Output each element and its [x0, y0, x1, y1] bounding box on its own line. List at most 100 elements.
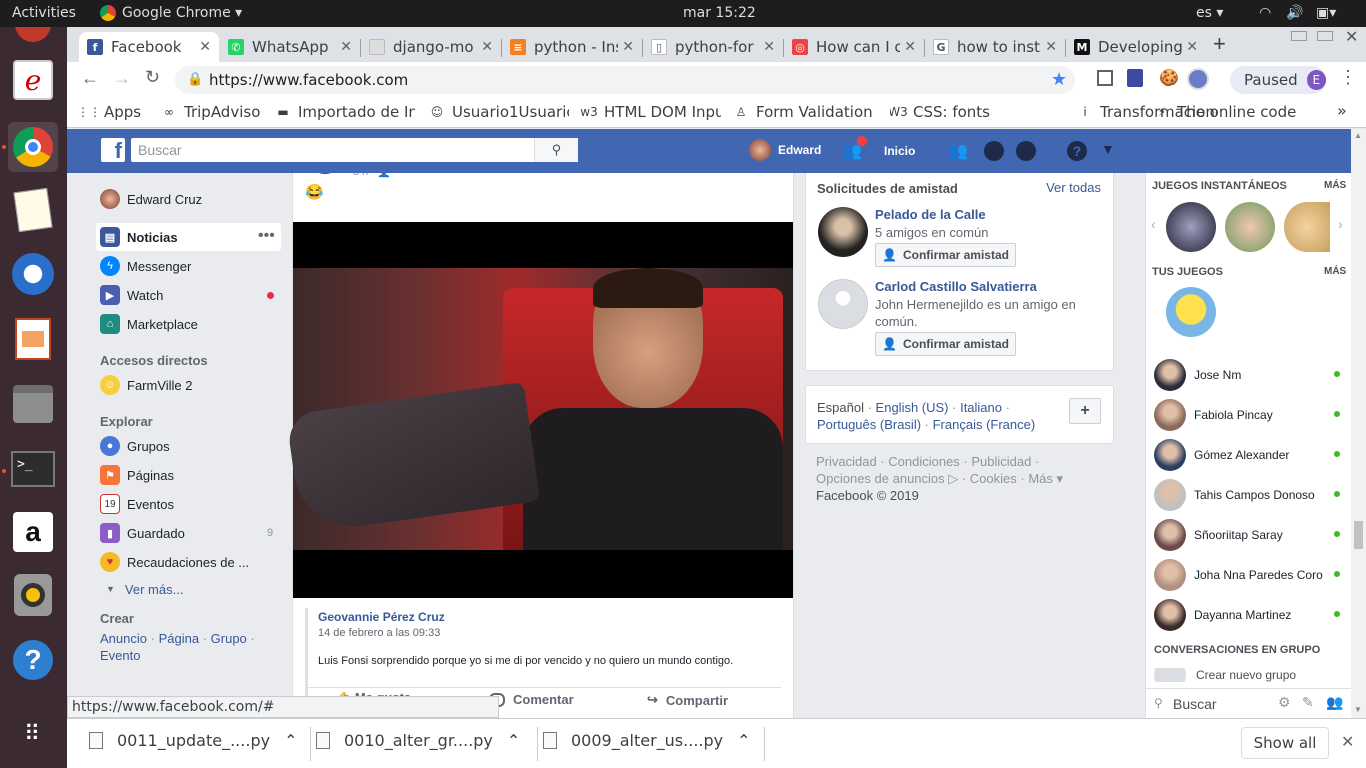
bookmarks-overflow-icon[interactable]: » — [1337, 101, 1347, 120]
show-all-downloads-button[interactable]: Show all — [1241, 727, 1329, 759]
post-video[interactable] — [285, 222, 793, 598]
avatar[interactable] — [818, 207, 868, 257]
download-options-chevron-icon[interactable]: ⌃ — [507, 731, 520, 750]
dock-text-editor-icon[interactable] — [8, 185, 58, 235]
create-event-link[interactable]: Evento — [100, 648, 140, 663]
request-mutual[interactable]: 5 amigos en común — [875, 225, 988, 240]
lang-link[interactable]: English (US) — [876, 400, 949, 415]
left-nav-news[interactable]: ▤ Noticias — [100, 225, 178, 249]
tab-6[interactable]: Ghow to inst ✕ — [925, 32, 1065, 62]
wifi-icon[interactable]: ◠ — [1259, 5, 1271, 21]
bookmark-6[interactable]: W3 CSS: fonts — [890, 103, 990, 121]
post-author-avatar[interactable] — [306, 173, 344, 174]
close-tab-icon[interactable]: ✕ — [1045, 39, 1057, 55]
dock-amazon-icon[interactable]: a — [8, 507, 58, 557]
close-tab-icon[interactable]: ✕ — [481, 39, 493, 55]
audience-friends-icon[interactable]: 👤 — [377, 173, 391, 178]
close-tab-icon[interactable]: ✕ — [1186, 39, 1198, 55]
tab-3[interactable]: ≡ python - Ins ✕ — [502, 32, 642, 62]
close-tab-icon[interactable]: ✕ — [904, 39, 916, 55]
volume-icon[interactable]: 🔊 — [1286, 5, 1303, 21]
dock-show-apps-icon[interactable]: ⠿ — [8, 709, 58, 759]
app-menu[interactable]: Google Chrome ▾ — [100, 5, 242, 21]
chevron-right-icon[interactable]: › — [1338, 216, 1343, 232]
share-button[interactable]: ↪ Compartir — [647, 692, 728, 708]
request-mutual[interactable]: John Hermenejildo es un amigo en común. — [875, 296, 1105, 330]
close-tab-icon[interactable]: ✕ — [622, 39, 634, 55]
your-games-more-link[interactable]: MÁS — [1324, 266, 1346, 277]
dock-help-icon[interactable]: ? — [8, 635, 58, 685]
chat-search-input[interactable]: Buscar — [1173, 696, 1217, 712]
avatar[interactable] — [818, 279, 868, 329]
chat-contact[interactable]: Tahis Campos Donoso — [1154, 477, 1344, 513]
back-button[interactable]: ← — [81, 68, 99, 89]
game-thumbnail[interactable] — [1166, 202, 1216, 252]
lang-link[interactable]: Português (Brasil) — [817, 417, 921, 432]
close-tab-icon[interactable]: ✕ — [763, 39, 775, 55]
games-more-link[interactable]: MÁS — [1324, 180, 1346, 191]
game-thumbnail[interactable] — [1225, 202, 1275, 252]
chevron-left-icon[interactable]: ‹ — [1151, 216, 1156, 232]
left-nav-see-more[interactable]: ▼ Ver más... — [100, 577, 183, 601]
comment-button[interactable]: Comentar — [489, 692, 574, 707]
confirm-friend-button[interactable]: 👤 Confirmar amistad — [875, 332, 1016, 356]
messenger-icon[interactable] — [984, 141, 1004, 161]
left-nav-groups[interactable]: ● Grupos — [100, 434, 170, 458]
game-thumbnail[interactable] — [1284, 202, 1330, 252]
close-tab-icon[interactable]: ✕ — [340, 39, 352, 55]
lang-link[interactable]: Français (France) — [933, 417, 1036, 432]
create-ad-link[interactable]: Anuncio — [100, 631, 147, 646]
create-page-link[interactable]: Página — [159, 631, 199, 646]
new-message-icon[interactable]: ✎ — [1302, 694, 1314, 711]
left-nav-messenger[interactable]: ϟ Messenger — [100, 254, 191, 278]
page-scrollbar[interactable]: ▲ ▼ — [1351, 129, 1366, 718]
download-item[interactable]: 0011_update_....py ⌃ — [89, 731, 297, 750]
maximize-button[interactable] — [1317, 31, 1333, 41]
facebook-logo-icon[interactable]: f — [101, 138, 125, 162]
extension-icon[interactable] — [1187, 68, 1209, 90]
download-options-chevron-icon[interactable]: ⌃ — [737, 731, 750, 750]
bookmark-1[interactable]: ∞ TripAdvisor — [161, 103, 261, 121]
extension-reader-icon[interactable] — [1127, 69, 1143, 87]
tab-7[interactable]: M Developing ✕ — [1066, 32, 1206, 62]
create-group-link[interactable]: Grupo — [211, 631, 247, 646]
tab-2[interactable]: django-mo ✕ — [361, 32, 501, 62]
omnibox[interactable]: 🔒 https://www.facebook.com ★ — [175, 66, 1075, 94]
friends-icon[interactable]: 👥 — [948, 141, 968, 161]
left-nav-fundraisers[interactable]: ♥ Recaudaciones de ... — [100, 550, 249, 574]
url-text[interactable]: https://www.facebook.com — [209, 71, 408, 89]
new-tab-button[interactable]: + — [1213, 31, 1226, 57]
bookmark-star-icon[interactable]: ★ — [1051, 69, 1067, 90]
request-name[interactable]: Carlod Castillo Salvatierra — [875, 279, 1037, 294]
minimize-button[interactable] — [1291, 31, 1307, 41]
bookmark-4[interactable]: w3 HTML DOM Inpu — [581, 103, 721, 121]
download-item[interactable]: 0009_alter_us....py ⌃ — [543, 731, 751, 750]
cast-icon[interactable] — [1097, 70, 1113, 86]
chat-contact[interactable]: Joha Nna Paredes Coro — [1154, 557, 1344, 593]
left-nav-saved[interactable]: ▮ Guardado — [100, 521, 185, 545]
confirm-friend-button[interactable]: 👤 Confirmar amistad — [875, 243, 1016, 267]
chrome-menu-icon[interactable]: ⋮ — [1339, 67, 1357, 88]
shared-date[interactable]: 14 de febrero a las 09:33 — [318, 627, 440, 639]
download-item[interactable]: 0010_alter_gr....py ⌃ — [316, 731, 520, 750]
forward-button[interactable]: → — [113, 68, 131, 89]
gear-icon[interactable]: ⚙ — [1278, 694, 1291, 711]
add-language-button[interactable]: + — [1069, 398, 1101, 424]
scroll-up-icon[interactable]: ▲ — [1354, 131, 1362, 140]
left-nav-farmville[interactable]: ☺ FarmVille 2 — [100, 373, 193, 397]
bookmark-8[interactable]: ⚡ The online code — [1154, 103, 1297, 121]
lock-icon[interactable]: 🔒 — [187, 71, 203, 87]
reload-button[interactable]: ↻ — [145, 67, 160, 88]
download-options-chevron-icon[interactable]: ⌃ — [284, 731, 297, 750]
bookmark-5[interactable]: ♙ Form Validation — [733, 103, 873, 121]
dock-thunderbird-icon[interactable] — [8, 249, 58, 299]
tab-4[interactable]: ▯ python-for ✕ — [643, 32, 783, 62]
account-menu-chevron-icon[interactable]: ▼ — [1101, 141, 1115, 157]
globe-notifications-icon[interactable] — [1016, 141, 1036, 161]
left-nav-watch[interactable]: ▶ Watch — [100, 283, 163, 307]
left-nav-marketplace[interactable]: ⌂ Marketplace — [100, 312, 198, 336]
dock-partial-icon[interactable] — [8, 27, 58, 45]
create-group-icon[interactable]: 👥 — [1326, 694, 1343, 711]
chat-contact[interactable]: Sñooriitap Saray — [1154, 517, 1344, 553]
search-icon[interactable]: ⚲ — [534, 138, 578, 162]
